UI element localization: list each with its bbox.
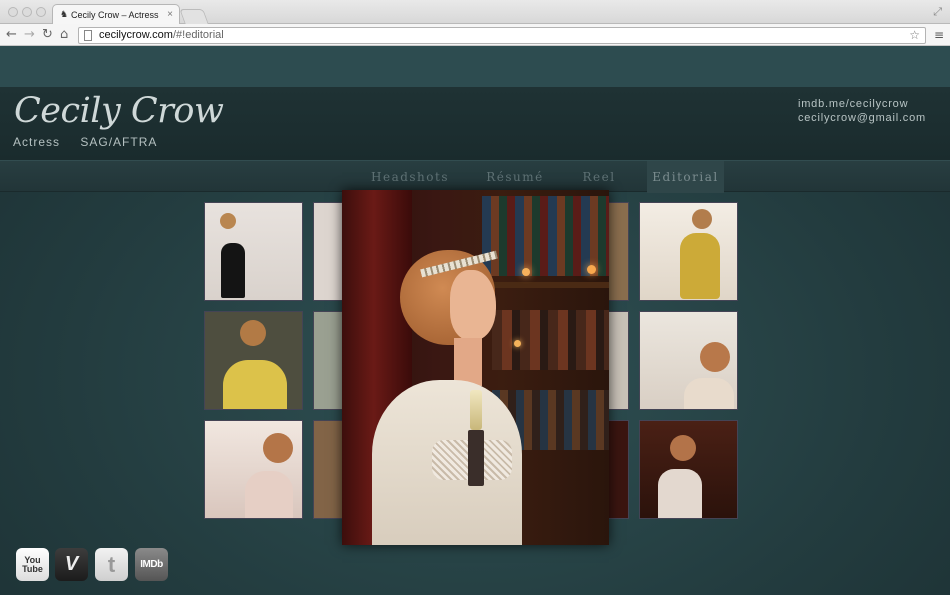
nav-reel[interactable]: Reel bbox=[572, 161, 626, 193]
twitter-icon[interactable]: t bbox=[95, 548, 128, 581]
main-nav: Headshots Résumé Reel Editorial bbox=[0, 160, 950, 193]
vimeo-icon[interactable]: V bbox=[55, 548, 88, 581]
imdb-icon[interactable]: IMDb bbox=[135, 548, 168, 581]
forward-icon[interactable]: → bbox=[24, 27, 35, 43]
imdb-label: IMDb bbox=[140, 559, 163, 570]
window-titlebar: ♞ Cecily Crow – Actress × ⤢ bbox=[0, 0, 950, 25]
gallery-thumb[interactable] bbox=[639, 420, 738, 519]
fullscreen-icon[interactable]: ⤢ bbox=[933, 5, 942, 19]
home-icon[interactable]: ⌂ bbox=[60, 27, 68, 43]
address-bar[interactable]: cecilycrow.com/#!editorial ☆ bbox=[78, 27, 926, 44]
gallery-thumb[interactable] bbox=[204, 420, 303, 519]
browser-tab[interactable]: ♞ Cecily Crow – Actress × bbox=[52, 4, 180, 25]
minimize-window-button[interactable] bbox=[22, 7, 32, 17]
youtube-icon[interactable]: You Tube bbox=[16, 548, 49, 581]
email-link[interactable]: cecilycrow@gmail.com bbox=[798, 111, 926, 125]
gallery-thumb[interactable] bbox=[639, 311, 738, 410]
browser-toolbar: ← → ↻ ⌂ cecilycrow.com/#!editorial ☆ ≡ bbox=[0, 24, 950, 46]
union-label: SAG/AFTRA bbox=[80, 135, 158, 149]
url-host: cecilycrow.com bbox=[99, 29, 173, 41]
reload-icon[interactable]: ↻ bbox=[42, 27, 53, 43]
bird-icon: ♞ bbox=[60, 9, 69, 19]
role-label: Actress bbox=[13, 135, 61, 149]
site-subtitle: Actress SAG/AFTRA bbox=[13, 135, 173, 149]
page-content: Cecily Crow Actress SAG/AFTRA imdb.me/ce… bbox=[0, 46, 950, 595]
gallery-thumb[interactable] bbox=[639, 202, 738, 301]
lightbox-photo[interactable] bbox=[342, 190, 609, 545]
nav-headshots[interactable]: Headshots bbox=[362, 161, 458, 193]
youtube-label: You Tube bbox=[22, 554, 43, 574]
contact-info: imdb.me/cecilycrow cecilycrow@gmail.com bbox=[798, 97, 926, 125]
bookmark-star-icon[interactable]: ☆ bbox=[909, 28, 920, 43]
twitter-label: t bbox=[107, 551, 116, 577]
nav-resume[interactable]: Résumé bbox=[474, 161, 556, 193]
close-window-button[interactable] bbox=[8, 7, 18, 17]
gallery-thumb[interactable] bbox=[204, 311, 303, 410]
imdb-link[interactable]: imdb.me/cecilycrow bbox=[798, 97, 926, 111]
gallery-thumb[interactable] bbox=[204, 202, 303, 301]
site-logo[interactable]: Cecily Crow bbox=[14, 91, 224, 131]
top-band bbox=[0, 46, 950, 87]
site-header: Cecily Crow Actress SAG/AFTRA imdb.me/ce… bbox=[0, 87, 950, 160]
maximize-window-button[interactable] bbox=[36, 7, 46, 17]
nav-editorial[interactable]: Editorial bbox=[647, 161, 724, 193]
close-tab-icon[interactable]: × bbox=[167, 9, 173, 20]
vimeo-label: V bbox=[64, 553, 79, 575]
new-tab-button[interactable] bbox=[179, 9, 209, 24]
menu-icon[interactable]: ≡ bbox=[934, 28, 944, 42]
tab-title: Cecily Crow – Actress bbox=[71, 10, 159, 20]
back-icon[interactable]: ← bbox=[6, 27, 17, 43]
url-path: /#!editorial bbox=[172, 29, 224, 41]
page-icon bbox=[84, 30, 92, 41]
